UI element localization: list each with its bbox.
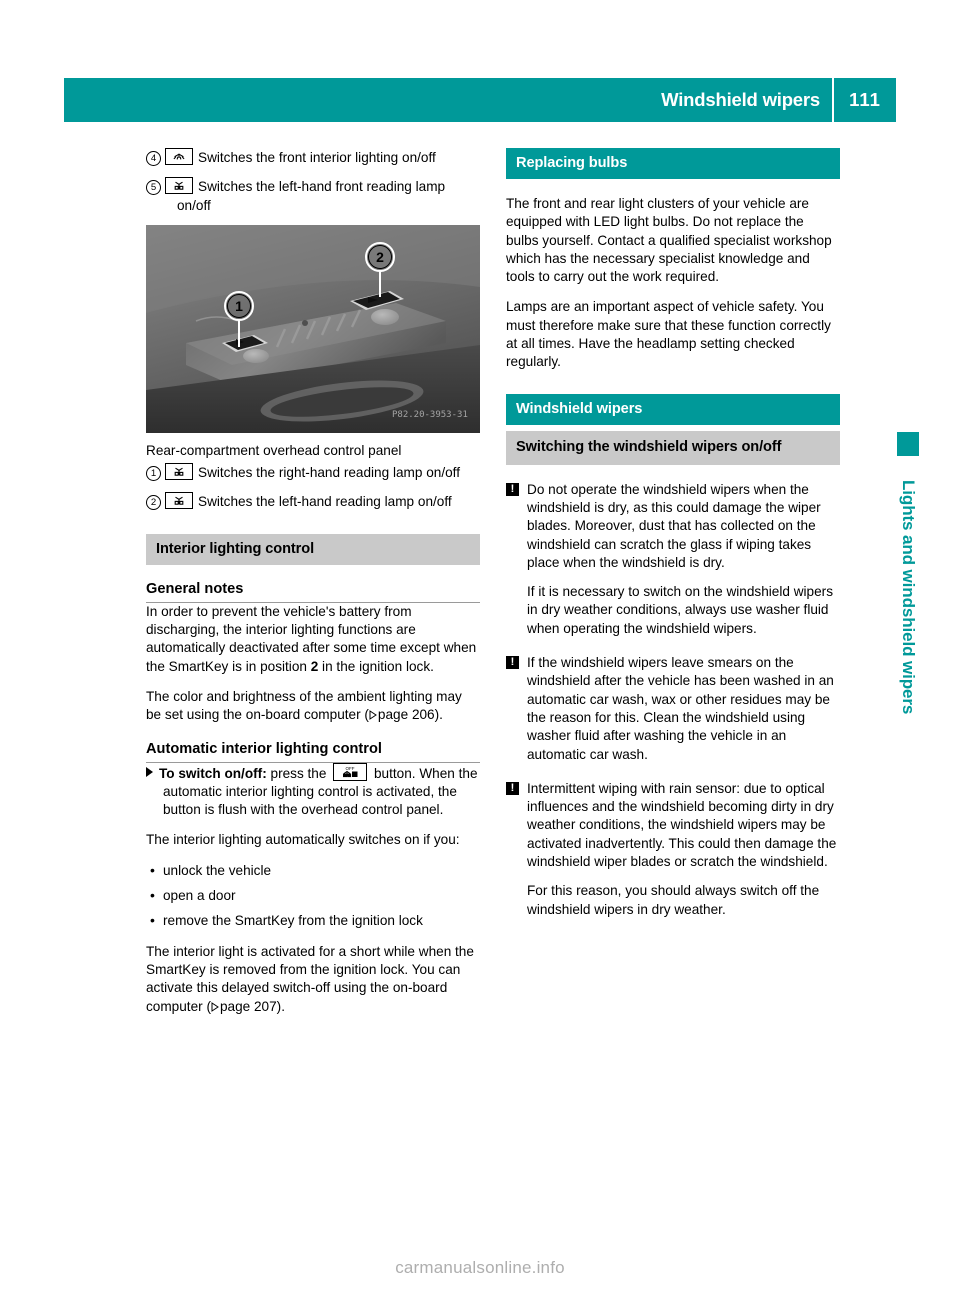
- notice-block: ! Do not operate the windshield wipers w…: [506, 481, 840, 638]
- reading-lamp-icon: [165, 463, 193, 481]
- list-item: remove the SmartKey from the ignition lo…: [146, 911, 480, 930]
- callout-text: Switches the right-hand reading lamp on/…: [198, 465, 460, 481]
- callout-item: 4 Switches the front interior lighting on…: [146, 148, 480, 167]
- interior-dome-light-icon: [165, 148, 193, 165]
- list-item: open a door: [146, 886, 480, 905]
- auto-closing-paragraph: The interior light is activated for a sh…: [146, 943, 480, 1016]
- replacing-bulbs-paragraph-2: Lamps are an important aspect of vehicle…: [506, 299, 831, 370]
- notice-block: ! If the windshield wipers leave smears …: [506, 654, 840, 764]
- callout-text: Switches the left-hand front reading lam…: [177, 179, 446, 213]
- gn-p1-part-b: in the ignition lock.: [318, 658, 434, 674]
- auto-intro-paragraph: The interior lighting automatically swit…: [146, 832, 460, 848]
- auto-closing-part-b: ).: [276, 998, 285, 1014]
- auto-closing-page-ref[interactable]: page 207: [220, 999, 277, 1014]
- list-item: unlock the vehicle: [146, 861, 480, 880]
- subsection-header-switching-wipers: Switching the windshield wipers on/off: [506, 430, 840, 465]
- svg-text:P82.20-3953-31: P82.20-3953-31: [392, 410, 468, 420]
- gn-p2-page-ref[interactable]: page 206: [378, 707, 435, 722]
- page-reference-arrow-icon: [369, 710, 377, 721]
- page-title: Windshield wipers: [661, 89, 820, 110]
- callout-text: Switches the left-hand reading lamp on/o…: [198, 494, 452, 510]
- auto-closing-part-a: The interior light is activated for a sh…: [146, 943, 474, 1014]
- automatic-interior-lighting-button-icon: OFF: [333, 762, 368, 781]
- footer-watermark: carmanualsonline.info: [395, 1258, 565, 1277]
- chapter-tab-label: Lights and windshield wipers: [899, 480, 918, 715]
- callout-number: 1: [146, 466, 161, 482]
- rear-compartment-overhead-control-panel-photo: P82.20-3953-31 1 2: [146, 224, 480, 433]
- figure-caption: Rear-compartment overhead control panel: [146, 442, 402, 458]
- callout-number: 2: [146, 495, 161, 511]
- chapter-tab-marker: [897, 432, 919, 456]
- page-header-bar: Windshield wipers 111: [64, 78, 896, 122]
- general-notes-paragraph-1: In order to prevent the vehicle's batter…: [146, 603, 480, 676]
- notice-paragraph: Intermittent wiping with rain sensor: du…: [527, 780, 837, 870]
- svg-text:OFF: OFF: [346, 766, 355, 771]
- warning-exclamation-icon: !: [506, 656, 519, 670]
- notice-block: ! Intermittent wiping with rain sensor: …: [506, 780, 840, 919]
- callout-number: 5: [146, 180, 161, 196]
- step-bold-label: To switch on/off:: [159, 765, 267, 781]
- auto-bullet-list: unlock the vehicle open a door remove th…: [146, 861, 480, 931]
- gn-p2-part-b: ).: [434, 707, 443, 723]
- notice-paragraph: Do not operate the windshield wipers whe…: [527, 481, 821, 570]
- callout-item: 5 Switches the left-hand front reading la…: [146, 177, 480, 215]
- replacing-bulbs-paragraph-1: The front and rear light clusters of you…: [506, 196, 832, 285]
- section-header-replacing-bulbs: Replacing bulbs: [506, 148, 840, 179]
- notice-paragraph: For this reason, you should always switc…: [527, 883, 820, 917]
- step-arrow-icon: [146, 766, 153, 777]
- subheading-automatic-interior-lighting-control: Automatic interior lighting control: [146, 741, 480, 763]
- warning-exclamation-icon: !: [506, 781, 519, 795]
- right-column: Replacing bulbs The front and rear light…: [506, 148, 840, 933]
- callout-text: Switches the front interior lighting on/…: [198, 150, 436, 165]
- callout-item: 1 Switches the right-hand reading lamp on…: [146, 463, 480, 482]
- callout-item: 2 Switches the left-hand reading lamp on/…: [146, 492, 480, 511]
- left-column: 4 Switches the front interior lighting on…: [146, 148, 480, 1016]
- page-reference-arrow-icon: [211, 1001, 219, 1012]
- svg-text:2: 2: [376, 249, 384, 265]
- general-notes-paragraph-2: The color and brightness of the ambient …: [146, 688, 480, 725]
- svg-text:1: 1: [235, 298, 243, 314]
- callout-number: 4: [146, 151, 161, 166]
- page-number: 111: [849, 89, 881, 110]
- notice-paragraph: If the windshield wipers leave smears on…: [527, 655, 834, 762]
- warning-exclamation-icon: !: [506, 482, 519, 496]
- reading-lamp-icon: [165, 177, 193, 195]
- section-header-interior-lighting-control: Interior lighting control: [146, 533, 480, 565]
- step-switch-on-off: To switch on/off: press the OFF button. …: [146, 762, 480, 820]
- reading-lamp-icon: [165, 492, 193, 510]
- step-text-a: press the: [266, 765, 331, 781]
- subheading-general-notes: General notes: [146, 581, 480, 603]
- section-header-windshield-wipers: Windshield wipers: [506, 393, 840, 425]
- notice-paragraph: If it is necessary to switch on the wind…: [527, 584, 833, 636]
